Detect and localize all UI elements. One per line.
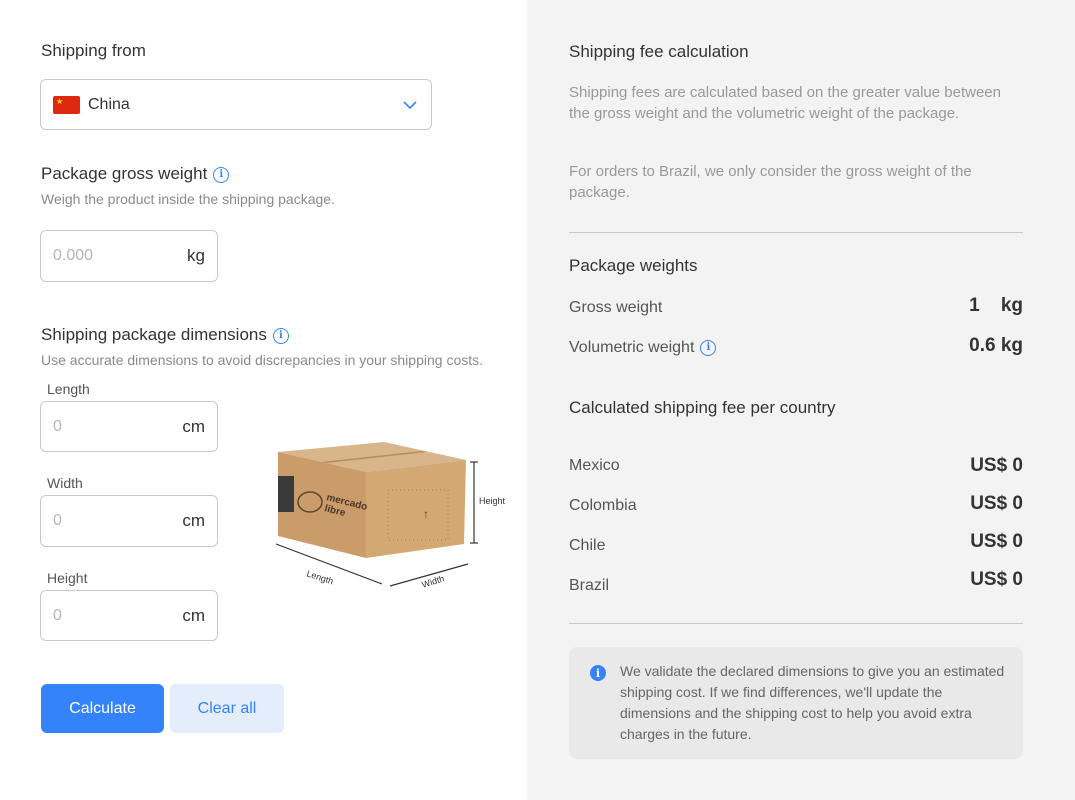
info-filled-icon: i [590, 665, 606, 681]
gross-weight-label: Package gross weight [41, 164, 208, 183]
package-dimensions-illustration: mercado libre ↑ Height Length Width [275, 442, 506, 590]
length-measure-label: Length [305, 568, 334, 586]
gross-weight-result-label: Gross weight [569, 299, 663, 316]
gross-weight-heading: Package gross weight i [41, 164, 230, 184]
gross-weight-result-unit: kg [1000, 295, 1023, 316]
gross-weight-result-number: 1 [969, 295, 980, 316]
calculator-form-panel: Shipping from China Package gross weight… [0, 0, 527, 800]
info-icon[interactable]: i [272, 327, 289, 344]
results-panel: Shipping fee calculation Shipping fees a… [527, 0, 1075, 800]
divider [569, 623, 1023, 624]
box-side-face [366, 460, 466, 558]
per-country-title: Calculated shipping fee per country [569, 398, 836, 417]
width-input[interactable] [53, 512, 177, 530]
china-flag-icon [53, 95, 80, 114]
country-fee-chile: US$ 0 [970, 531, 1023, 552]
gross-weight-input[interactable] [53, 247, 182, 265]
length-field[interactable]: cm [40, 401, 218, 452]
gross-weight-hint: Weigh the product inside the shipping pa… [41, 191, 335, 207]
height-unit: cm [182, 605, 205, 625]
country-name-brazil: Brazil [569, 577, 610, 594]
country-fee-colombia: US$ 0 [970, 493, 1023, 514]
shipping-from-value: China [88, 95, 130, 113]
box-dark-label [278, 476, 294, 512]
info-icon[interactable]: i [700, 339, 717, 356]
fee-calculation-title: Shipping fee calculation [569, 42, 749, 61]
height-field[interactable]: cm [40, 590, 218, 641]
info-icon[interactable]: i [213, 166, 230, 183]
volumetric-weight-label: Volumetric weight [569, 339, 695, 356]
package-weights-title: Package weights [569, 256, 698, 275]
height-label: Height [47, 570, 88, 586]
country-name-mexico: Mexico [569, 457, 620, 474]
dimensions-hint: Use accurate dimensions to avoid discrep… [41, 352, 484, 368]
volumetric-weight-heading: Volumetric weight i [569, 339, 717, 357]
length-input[interactable] [53, 417, 177, 436]
country-fee-brazil: US$ 0 [970, 569, 1023, 590]
country-name-colombia: Colombia [569, 497, 637, 514]
calculate-button[interactable]: Calculate [41, 684, 164, 733]
height-measure-label: Height [479, 496, 506, 506]
volumetric-weight-value: 0.6 kg [969, 335, 1023, 356]
gross-weight-unit: kg [187, 246, 205, 265]
gross-weight-result-value: 1 kg [947, 295, 1023, 317]
fee-calculation-text-2: For orders to Brazil, we only consider t… [569, 163, 972, 201]
chevron-down-icon [403, 97, 417, 113]
box-arrow-up-icon: ↑ [423, 507, 429, 521]
width-field[interactable]: cm [40, 495, 218, 547]
width-label: Width [47, 475, 83, 491]
height-input[interactable] [53, 606, 177, 625]
divider [569, 232, 1023, 233]
country-fee-mexico: US$ 0 [970, 455, 1023, 476]
length-unit: cm [182, 416, 205, 436]
dimensions-notice-text: We validate the declared dimensions to g… [620, 663, 1005, 742]
fee-calculation-text-1: Shipping fees are calculated based on th… [569, 84, 1001, 122]
country-name-chile: Chile [569, 537, 606, 554]
shipping-from-label: Shipping from [41, 41, 146, 60]
shipping-from-select[interactable]: China [40, 79, 432, 130]
gross-weight-field[interactable]: kg [40, 230, 218, 282]
dimensions-notice: i We validate the declared dimensions to… [569, 647, 1023, 759]
width-unit: cm [182, 511, 205, 530]
length-label: Length [47, 381, 90, 397]
dimensions-label: Shipping package dimensions [41, 325, 267, 344]
clear-all-button[interactable]: Clear all [170, 684, 284, 733]
dimensions-heading: Shipping package dimensions i [41, 325, 289, 345]
